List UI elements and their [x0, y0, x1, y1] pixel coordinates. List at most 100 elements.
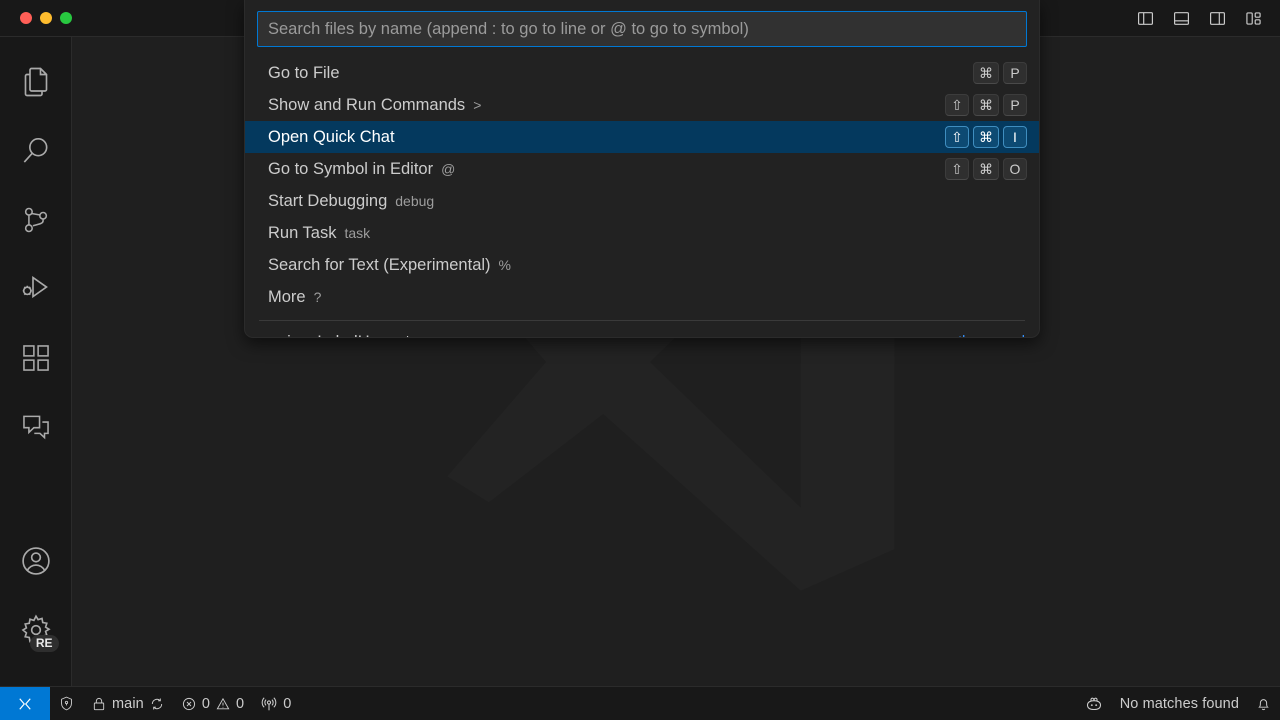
bell-icon: [1258, 699, 1269, 711]
quick-pick-separator: [259, 320, 1025, 321]
settings-badge: RE: [29, 635, 59, 652]
lock-icon: [93, 697, 105, 710]
sidebar-item-run-and-debug[interactable]: [0, 254, 72, 323]
sidebar-item-extensions[interactable]: [0, 323, 72, 392]
activity-bar-bottom-group: RE: [0, 526, 72, 686]
run-and-debug-icon: [22, 275, 48, 298]
status-shield-button[interactable]: [50, 687, 83, 720]
quick-pick-item-open-quick-chat[interactable]: Open Quick Chat ⇧ ⌘ I: [245, 121, 1039, 153]
quick-pick-label: Show and Run Commands: [268, 95, 466, 114]
chat-icon: [22, 415, 49, 439]
close-window-button[interactable]: [20, 12, 32, 24]
window-controls: [20, 12, 72, 24]
error-count-label: 0: [201, 695, 211, 712]
copilot-status-button[interactable]: [1076, 687, 1112, 720]
no-matches-label: No matches found: [1119, 695, 1239, 712]
file-name-label: iconLabelHover.ts: [287, 333, 418, 338]
quick-pick-prefix-hint: debug: [395, 193, 435, 209]
status-bar: main 0 0 0 No matches found: [0, 686, 1280, 720]
key-chip-i: I: [1003, 126, 1027, 148]
key-chip-command: ⌘: [973, 94, 999, 116]
quick-pick-prefix-hint: %: [498, 257, 511, 273]
quick-pick-prefix-hint: @: [441, 161, 456, 177]
account-icon: [21, 546, 50, 575]
sidebar-item-search[interactable]: [0, 116, 72, 185]
quick-pick-prefix-hint: ?: [313, 289, 322, 305]
quick-pick-item-go-to-symbol-in-editor[interactable]: Go to Symbol in Editor @ ⇧ ⌘ O: [245, 153, 1039, 185]
status-bar-right: No matches found: [1076, 687, 1280, 720]
quick-pick-label: More: [268, 287, 306, 306]
quick-pick-label: Search for Text (Experimental): [268, 255, 491, 274]
quick-pick-item-recent-file[interactable]: TS iconLabelHover.ts src/vs/base/browser…: [245, 326, 1039, 338]
quick-pick-label: Start Debugging: [268, 191, 388, 210]
typescript-file-icon: TS: [265, 336, 279, 337]
search-status-message[interactable]: No matches found: [1112, 687, 1247, 720]
activity-bar-top-group: [0, 37, 72, 461]
sidebar-item-source-control[interactable]: [0, 185, 72, 254]
radio-tower-icon: [261, 696, 277, 710]
quick-pick-label: Run Task: [268, 223, 337, 242]
keybinding-chips: ⇧ ⌘ P: [945, 94, 1027, 116]
key-chip-shift: ⇧: [945, 126, 969, 148]
toggle-panel-icon[interactable]: [1167, 5, 1195, 31]
key-chip-p: P: [1003, 94, 1027, 116]
key-chip-command: ⌘: [973, 62, 999, 84]
search-icon: [23, 137, 47, 163]
quick-pick-item-run-task[interactable]: Run Task task: [245, 217, 1039, 249]
quick-pick-list: Go to File ⌘ P Show and Run Commands > ⇧…: [245, 57, 1039, 338]
quick-pick-prefix-hint: >: [473, 97, 482, 113]
quick-pick-label: Go to Symbol in Editor: [268, 159, 434, 178]
copilot-icon: [1086, 697, 1101, 710]
remote-window-icon: [19, 697, 31, 710]
toggle-primary-sidebar-icon[interactable]: [1131, 5, 1159, 31]
quick-open-search-input[interactable]: [257, 11, 1027, 47]
quick-input-box: [245, 0, 1039, 57]
keybinding-chips: ⇧ ⌘ I: [945, 126, 1027, 148]
key-chip-p: P: [1003, 62, 1027, 84]
activity-bar: RE: [0, 37, 72, 686]
customize-layout-icon[interactable]: [1239, 5, 1267, 31]
key-chip-shift: ⇧: [945, 94, 969, 116]
layout-controls: [1131, 5, 1267, 31]
ports-button[interactable]: 0: [252, 687, 299, 720]
quick-pick-item-go-to-file[interactable]: Go to File ⌘ P: [245, 57, 1039, 89]
quick-pick-item-more[interactable]: More ?: [245, 281, 1039, 313]
files-explorer-icon: [24, 67, 47, 96]
quick-input-widget: Go to File ⌘ P Show and Run Commands > ⇧…: [244, 0, 1040, 338]
source-control-icon: [24, 207, 47, 232]
error-icon: [182, 697, 195, 710]
key-chip-shift: ⇧: [945, 158, 969, 180]
minimize-window-button[interactable]: [40, 12, 52, 24]
quick-pick-label: Open Quick Chat: [268, 127, 395, 146]
problems-button[interactable]: 0 0: [173, 687, 252, 720]
shield-icon: [61, 696, 72, 711]
key-chip-o: O: [1003, 158, 1027, 180]
warning-count-label: 0: [236, 695, 245, 712]
file-path-label: src/vs/base/browser/ui/iconLabel: [426, 335, 615, 338]
ports-count-label: 0: [283, 695, 292, 712]
quick-pick-label: Go to File: [268, 63, 340, 82]
source-control-branch-button[interactable]: main: [83, 687, 173, 720]
extensions-icon: [22, 344, 49, 371]
remote-indicator-button[interactable]: [0, 686, 50, 720]
key-chip-command: ⌘: [973, 158, 999, 180]
maximize-window-button[interactable]: [60, 12, 72, 24]
toggle-secondary-sidebar-icon[interactable]: [1203, 5, 1231, 31]
keybinding-chips: ⇧ ⌘ O: [945, 158, 1027, 180]
notifications-button[interactable]: [1247, 687, 1280, 720]
quick-pick-item-show-and-run-commands[interactable]: Show and Run Commands > ⇧ ⌘ P: [245, 89, 1039, 121]
accounts-button[interactable]: [0, 526, 72, 595]
quick-pick-prefix-hint: task: [344, 225, 371, 241]
warning-icon: [216, 697, 230, 709]
sidebar-item-chat[interactable]: [0, 392, 72, 461]
quick-pick-item-start-debugging[interactable]: Start Debugging debug: [245, 185, 1039, 217]
recently-opened-group-label: recently opened: [922, 334, 1025, 337]
key-chip-command: ⌘: [973, 126, 999, 148]
sidebar-item-explorer[interactable]: [0, 47, 72, 116]
quick-pick-item-search-for-text[interactable]: Search for Text (Experimental) %: [245, 249, 1039, 281]
keybinding-chips: ⌘ P: [973, 62, 1027, 84]
vscode-window: RE Go to File ⌘ P Show and Run Commands: [0, 0, 1280, 720]
branch-name-label: main: [112, 695, 144, 712]
sync-refresh-icon: [151, 697, 162, 710]
manage-settings-button[interactable]: RE: [0, 595, 72, 664]
